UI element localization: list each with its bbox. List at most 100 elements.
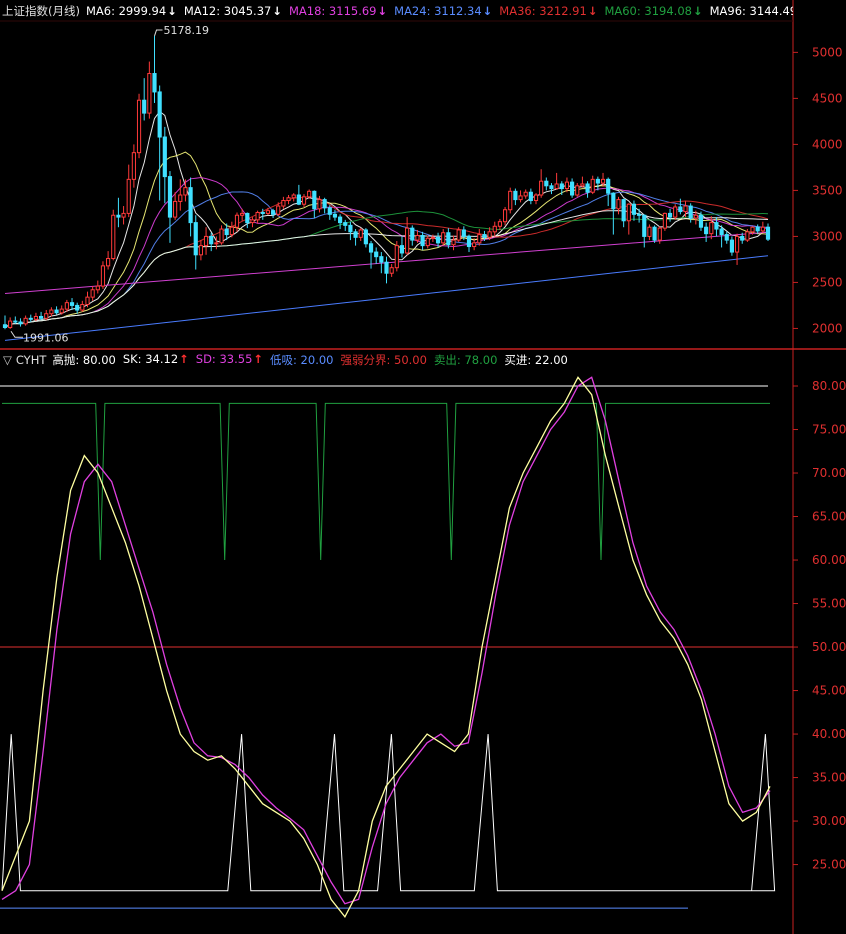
candle-up <box>286 197 291 202</box>
candle-up <box>178 194 183 202</box>
candle-down <box>338 216 343 224</box>
cyht-legend-item-5: 卖出: 78.00 <box>433 353 498 367</box>
candle-up <box>219 228 224 244</box>
candle-up <box>760 226 765 232</box>
candle-down <box>667 212 673 218</box>
candle-up <box>80 304 85 311</box>
candle-up <box>100 265 106 287</box>
candle-up <box>307 190 312 198</box>
y-tick-label: 5000 <box>812 45 843 59</box>
candle-down <box>755 226 760 232</box>
candle-down <box>2 324 8 329</box>
candle-down <box>188 187 193 224</box>
candle-down <box>363 229 368 245</box>
candle-up <box>8 320 13 329</box>
candle-up <box>575 185 580 196</box>
candle-up <box>255 211 260 221</box>
candle-down <box>348 224 353 233</box>
sell-signal-line <box>2 402 770 561</box>
candle-up <box>523 191 528 197</box>
candle-up <box>276 205 281 215</box>
candle-down <box>245 212 250 224</box>
candle-down <box>729 239 734 253</box>
candle-down <box>296 194 301 205</box>
low-annotation: 1991.06 <box>23 331 69 344</box>
candle-down <box>368 243 374 253</box>
candle-up <box>472 242 477 248</box>
candle-up <box>425 237 430 247</box>
candle-up <box>745 231 750 241</box>
candle-up <box>441 232 446 244</box>
y-tick-label: 60.00 <box>812 553 846 567</box>
candle-down <box>209 235 214 245</box>
candle-up <box>539 180 544 196</box>
candle-down <box>142 99 147 114</box>
candle-up <box>626 203 631 222</box>
candle-down <box>152 73 157 93</box>
candle-down <box>332 213 338 218</box>
candle-up <box>456 229 461 241</box>
candle-up <box>291 194 296 199</box>
ma-legend-item-0: MA6: 2999.94↓ <box>85 4 177 18</box>
candle-up <box>405 227 410 254</box>
chart-canvas: 2000 2500 3000 3500 4000 4500 5000 5178.19 1991.… <box>0 0 846 934</box>
candle-down <box>410 227 415 241</box>
candle-up <box>657 227 662 241</box>
candle-down <box>18 321 23 325</box>
y-tick-label: 4000 <box>812 137 843 151</box>
y-tick-label: 2000 <box>812 321 843 335</box>
candle-up <box>95 285 100 291</box>
cyht-legend-item-0: 高抛: 80.00 <box>52 353 116 367</box>
candle-down <box>688 205 693 219</box>
candle-up <box>136 99 142 154</box>
y-tick-label: 3000 <box>812 229 843 243</box>
candle-up <box>415 234 420 241</box>
high-marker <box>154 29 163 37</box>
candle-up <box>281 200 286 207</box>
candle-up <box>85 296 90 306</box>
collapse-triangle-icon[interactable]: ▽ <box>3 353 12 367</box>
candle-up <box>508 190 513 211</box>
candle-down <box>374 251 379 258</box>
indicator-title: CYHT <box>15 353 47 367</box>
candle-down <box>39 315 44 319</box>
indicator-legend-items: 高抛: 80.00 SK: 34.12↑ SD: 33.55↑ 低吸: 20.00 强弱… <box>52 352 574 368</box>
candle-up <box>301 196 307 205</box>
candle-up <box>317 199 322 210</box>
candle-down <box>513 190 518 201</box>
candle-up <box>590 178 595 193</box>
candle-down <box>193 222 198 256</box>
candle-up <box>358 229 363 238</box>
ma-legend-arrow-icon: ↓ <box>272 4 282 18</box>
ma-legend-item-4: MA36: 3212.91↓ <box>499 4 598 18</box>
candle-up <box>198 245 203 256</box>
low-marker <box>10 330 23 338</box>
y-tick-label: 75.00 <box>812 423 846 437</box>
candle-down <box>379 256 384 263</box>
candle-down <box>544 180 549 187</box>
ma-legend-arrow-icon: ↓ <box>692 4 703 18</box>
candle-down <box>549 185 554 190</box>
chart-title: 上证指数(月线) <box>2 4 80 18</box>
candle-up <box>44 313 49 319</box>
ma-legend-item-2: MA18: 3115.69↓ <box>288 4 388 18</box>
candle-down <box>270 210 276 215</box>
candle-up <box>173 200 178 218</box>
candle-down <box>724 234 729 241</box>
y-tick-label: 55.00 <box>812 597 846 611</box>
candle-up <box>502 209 508 223</box>
candle-up <box>250 219 255 224</box>
candle-down <box>740 235 745 241</box>
candle-down <box>595 178 600 184</box>
candle-down <box>353 231 358 238</box>
candle-up <box>430 236 435 239</box>
candle-up <box>240 212 245 216</box>
ma-legend-item-3: MA24: 3112.34↓ <box>394 4 493 18</box>
y-tick-label: 50.00 <box>812 640 846 654</box>
candle-up <box>487 231 492 238</box>
candle-down <box>714 222 719 230</box>
candle-down <box>765 226 771 240</box>
candle-down <box>312 190 317 210</box>
candle-down <box>719 228 724 236</box>
cyht-legend-item-6: 买进: 22.00 <box>504 353 568 367</box>
